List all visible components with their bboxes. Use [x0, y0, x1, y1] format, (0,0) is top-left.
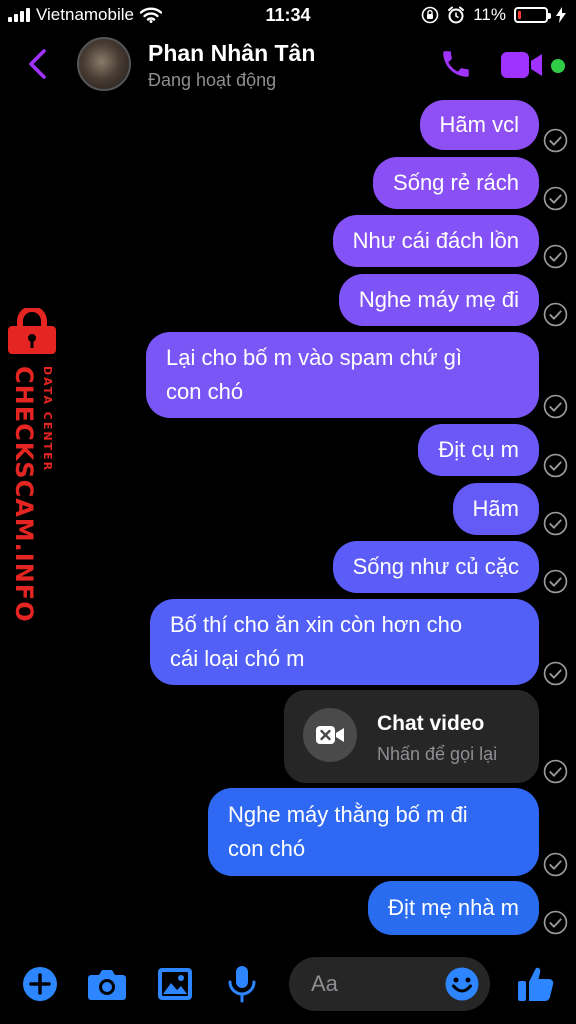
thumbs-up-icon [518, 967, 554, 1001]
charging-icon [556, 7, 566, 23]
message-bubble[interactable]: Địt mẹ nhà m [368, 881, 539, 935]
message-text: Lại cho bố m vào spam chứ gì con chó [166, 345, 462, 404]
message-bubble[interactable]: Bố thí cho ăn xin còn hơn cho cái loại c… [150, 599, 539, 685]
back-button[interactable] [20, 46, 54, 82]
orientation-lock-icon [421, 6, 439, 24]
missed-video-call-card[interactable]: Chat video Nhấn để gọi lại [284, 690, 539, 783]
status-right: 11% [421, 5, 566, 25]
online-indicator [551, 59, 565, 73]
message-text: Bố thí cho ăn xin còn hơn cho cái loại c… [170, 612, 463, 671]
emoji-icon [445, 967, 479, 1001]
message-text: Sống rẻ rách [393, 170, 519, 195]
seen-check-icon [543, 244, 568, 269]
emoji-button[interactable] [443, 965, 481, 1003]
checkscam-watermark: CHECKSCAM.INFO DATA CENTER [2, 308, 62, 623]
message-input-wrapper[interactable] [289, 957, 490, 1011]
message-bubble[interactable]: Nghe máy mẹ đi [338, 274, 539, 326]
video-call-button[interactable] [500, 48, 548, 82]
message-text: Nghe máy mẹ đi [358, 287, 519, 312]
message-bubble[interactable]: Hãm [452, 483, 539, 535]
message-bubble[interactable]: Sống như củ cặc [332, 541, 539, 593]
voice-message-button[interactable] [220, 962, 264, 1006]
battery-icon [514, 7, 551, 23]
seen-check-icon [543, 852, 568, 877]
gallery-button[interactable] [153, 962, 197, 1006]
message-text: Địt mẹ nhà m [388, 895, 519, 920]
watermark-main-text: CHECKSCAM.INFO [10, 366, 38, 623]
message-bubble[interactable]: Nghe máy thằng bố m đi con chó [208, 788, 539, 876]
seen-check-icon [543, 394, 568, 419]
camera-button[interactable] [85, 962, 129, 1006]
more-actions-button[interactable] [18, 962, 62, 1006]
seen-check-icon [543, 453, 568, 478]
seen-check-icon [543, 661, 568, 686]
contact-status: Đang hoạt động [148, 70, 277, 90]
like-button[interactable] [514, 962, 558, 1006]
contact-name[interactable]: Phan Nhân Tân [148, 40, 315, 67]
back-chevron-icon [29, 49, 46, 79]
battery-level-fill [518, 11, 521, 19]
message-text: Hãm vcl [439, 112, 519, 137]
phone-icon [443, 51, 469, 77]
message-bubble[interactable]: Như cái đách lồn [332, 215, 539, 267]
message-bubble[interactable]: Hãm vcl [419, 100, 539, 150]
video-call-subtitle: Nhấn để gọi lại [377, 744, 498, 764]
gallery-icon [158, 968, 192, 1000]
message-bubble[interactable]: Lại cho bố m vào spam chứ gì con chó [146, 332, 539, 418]
message-bubble[interactable]: Địt cụ m [418, 424, 539, 476]
seen-check-icon [543, 186, 568, 211]
seen-check-icon [543, 302, 568, 327]
battery-percent: 11% [473, 5, 506, 24]
message-text: Hãm [472, 496, 519, 521]
missed-video-call-icon [303, 708, 357, 762]
watermark-sub-text: DATA CENTER [41, 366, 54, 473]
message-text: Nghe máy thằng bố m đi con chó [228, 802, 468, 861]
padlock-icon [8, 308, 56, 354]
message-input[interactable] [311, 957, 441, 1011]
plus-icon [23, 967, 57, 1001]
message-list[interactable]: Hãm vcl Sống rẻ rách Như cái đách lồn Ng… [0, 98, 576, 948]
camera-icon [88, 970, 126, 1000]
seen-check-icon [543, 759, 568, 784]
message-text: Địt cụ m [438, 437, 519, 462]
message-text: Sống như củ cặc [352, 554, 519, 579]
conversation-header: Phan Nhân Tân Đang hoạt động [0, 32, 576, 98]
avatar[interactable] [77, 37, 131, 91]
message-composer [0, 948, 576, 1024]
alarm-icon [448, 6, 465, 24]
audio-call-button[interactable] [436, 46, 476, 82]
video-camera-icon [501, 52, 542, 78]
seen-check-icon [543, 569, 568, 594]
microphone-icon [228, 966, 256, 1003]
seen-check-icon [543, 128, 568, 153]
seen-check-icon [543, 511, 568, 536]
message-bubble[interactable]: Sống rẻ rách [373, 157, 539, 209]
seen-check-icon [543, 910, 568, 935]
message-text: Như cái đách lồn [352, 228, 519, 253]
video-call-title: Chat video [377, 712, 485, 735]
status-bar: Vietnamobile 11:34 11% [0, 0, 576, 32]
